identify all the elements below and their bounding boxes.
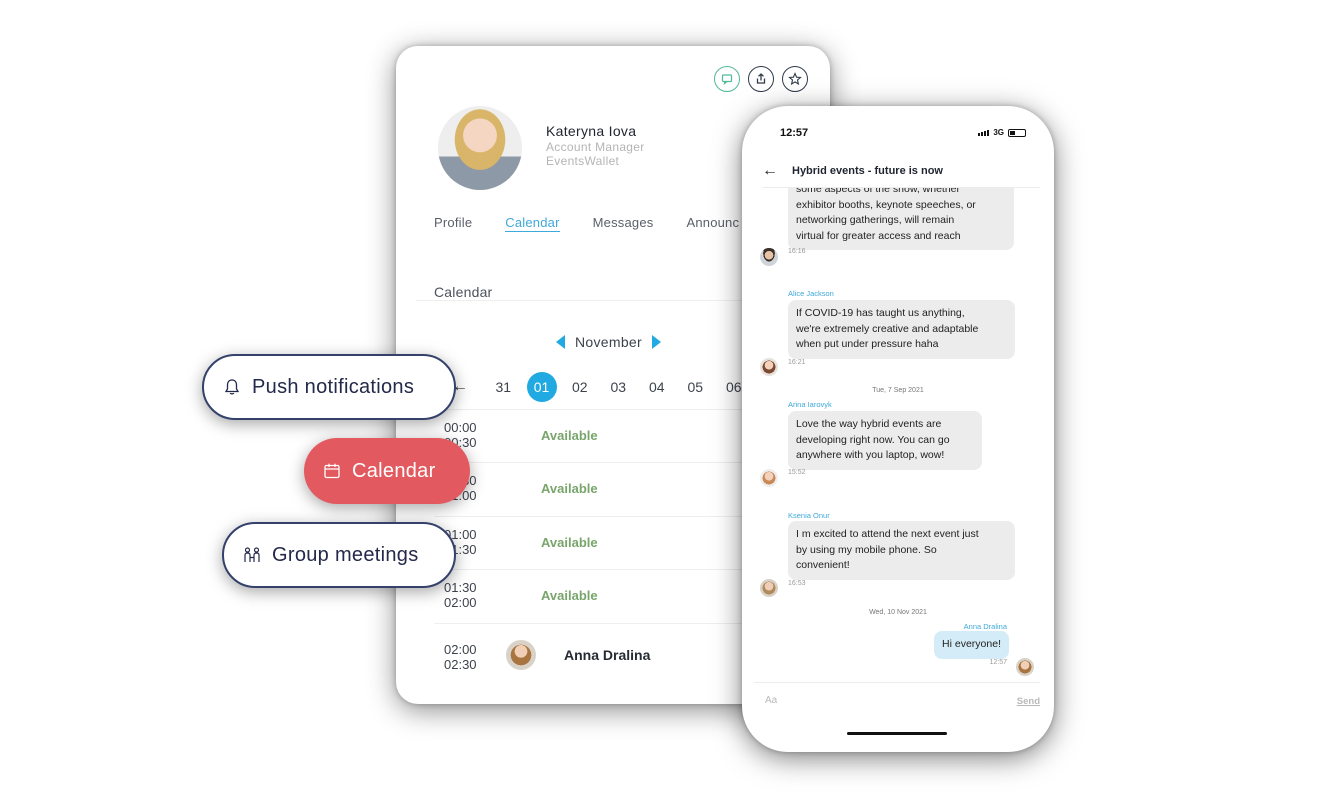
bell-icon	[224, 379, 240, 395]
message-time: 16:21	[788, 359, 806, 366]
sender-name: Anna Dralina	[963, 622, 1007, 631]
month-label: November	[575, 334, 642, 350]
day-item[interactable]: 31	[484, 379, 523, 395]
profile-name: Kateryna Iova	[546, 123, 637, 139]
push-notifications-label: Push notifications	[252, 375, 415, 398]
tab-announcements[interactable]: Announc	[686, 215, 739, 232]
slot-status: Available	[541, 481, 598, 496]
profile-company: EventsWallet	[546, 154, 620, 168]
sender-name: Ksenia Onur	[788, 511, 830, 520]
message-list[interactable]: some aspects of the show, whether exhibi…	[742, 188, 1054, 681]
calendar-icon	[324, 463, 340, 479]
slot-time: 01:30 02:00	[444, 580, 477, 610]
slot-status: Available	[541, 535, 598, 550]
star-icon[interactable]	[782, 66, 808, 92]
message-bubble: Love the way hybrid events are developin…	[788, 411, 982, 470]
status-time: 12:57	[780, 127, 809, 139]
tab-calendar[interactable]: Calendar	[505, 215, 560, 232]
message-time: 12:57	[989, 659, 1007, 666]
day-strip: ← 31 01 02 03 04 05 06	[452, 372, 753, 402]
sender-name: Arina Iarovyk	[788, 400, 832, 409]
profile-role: Account Manager	[546, 140, 645, 154]
sender-avatar	[760, 579, 778, 597]
push-notifications-pill: Push notifications	[202, 354, 456, 420]
prev-month-icon[interactable]	[556, 335, 565, 349]
group-meetings-label: Group meetings	[272, 543, 419, 566]
message-time: 16:16	[788, 248, 806, 255]
attendee-avatar	[506, 640, 536, 670]
slot-status: Available	[541, 588, 598, 603]
chat-title: Hybrid events - future is now	[792, 164, 943, 177]
attendee-name: Anna Dralina	[564, 647, 651, 663]
group-meetings-pill: Group meetings	[222, 522, 456, 588]
date-separator: Tue, 7 Sep 2021	[872, 387, 924, 394]
calendar-section-title: Calendar	[434, 284, 493, 300]
message-input[interactable]: Aa	[765, 695, 777, 706]
sender-name: Alice Jackson	[788, 289, 834, 298]
share-icon[interactable]	[748, 66, 774, 92]
slot-status: Available	[541, 428, 598, 443]
chat-icon[interactable]	[714, 66, 740, 92]
message-bubble: some aspects of the show, whether exhibi…	[788, 188, 1014, 250]
day-item[interactable]: 02	[561, 379, 600, 395]
message-time: 16:53	[788, 580, 806, 587]
calendar-pill-label: Calendar	[352, 459, 436, 482]
signal-icon	[978, 129, 990, 136]
month-switcher: November	[556, 334, 661, 350]
network-label: 3G	[993, 128, 1004, 137]
day-item[interactable]: 04	[638, 379, 677, 395]
status-bar: 3G	[978, 128, 1026, 137]
card-actions	[714, 66, 808, 92]
date-separator: Wed, 10 Nov 2021	[869, 609, 927, 616]
profile-avatar	[438, 106, 522, 190]
slot-time: 02:00 02:30	[444, 642, 477, 672]
tab-profile[interactable]: Profile	[434, 215, 472, 232]
sender-avatar	[760, 248, 778, 266]
tab-messages[interactable]: Messages	[593, 215, 654, 232]
message-bubble: I m excited to attend the next event jus…	[788, 521, 1015, 580]
back-arrow-icon[interactable]: ←	[762, 162, 778, 180]
group-meeting-icon	[244, 547, 260, 562]
home-indicator	[847, 732, 947, 735]
own-message-bubble: Hi everyone!	[934, 631, 1009, 659]
day-item[interactable]: 03	[599, 379, 638, 395]
calendar-pill: Calendar	[304, 438, 470, 504]
sender-avatar	[760, 469, 778, 487]
day-item-selected[interactable]: 01	[526, 372, 557, 402]
phone-mockup: 12:57 3G ← Hybrid events - future is now…	[742, 106, 1054, 752]
message-bubble: If COVID-19 has taught us anything, we'r…	[788, 300, 1015, 359]
message-time: 15:52	[788, 469, 806, 476]
day-item[interactable]: 05	[676, 379, 715, 395]
next-month-icon[interactable]	[651, 335, 661, 349]
sender-avatar	[760, 358, 778, 376]
battery-icon	[1008, 128, 1026, 137]
send-button[interactable]: Send	[1017, 696, 1040, 707]
chat-header: ← Hybrid events - future is now	[762, 154, 1040, 188]
profile-tabs: Profile Calendar Messages Announc	[434, 215, 772, 232]
message-input-bar: Aa Send	[754, 682, 1040, 718]
own-avatar	[1016, 658, 1034, 676]
